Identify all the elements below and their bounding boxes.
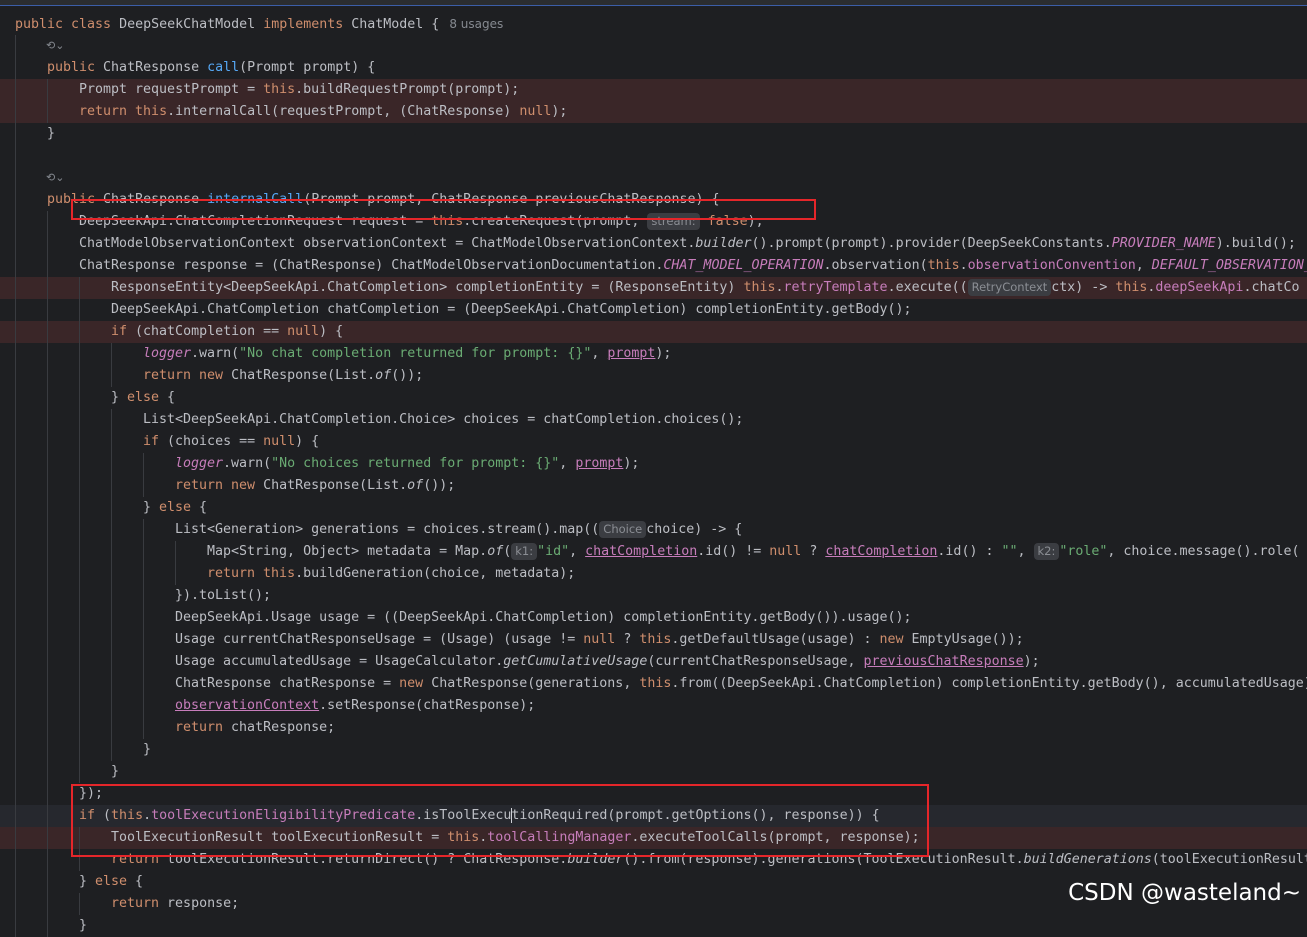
code-line: } [0, 915, 1307, 937]
code-lens-line: ⟲⌄ [0, 35, 1307, 57]
code-line: return toolExecutionResult.returnDirect(… [0, 849, 1307, 871]
code-line: if (chatCompletion == null) { [0, 321, 1307, 343]
code-line: } else { [0, 387, 1307, 409]
editor-tab-strip [0, 0, 1307, 6]
code-line: DeepSeekApi.Usage usage = ((DeepSeekApi.… [0, 607, 1307, 629]
code-line: Map<String, Object> metadata = Map.of(k1… [0, 541, 1307, 563]
code-line: return chatResponse; [0, 717, 1307, 739]
code-line: public ChatResponse internalCall(Prompt … [0, 189, 1307, 211]
code-line: if (choices == null) { [0, 431, 1307, 453]
code-line: DeepSeekApi.ChatCompletionRequest reques… [0, 211, 1307, 233]
code-line: ChatResponse response = (ChatResponse) C… [0, 255, 1307, 277]
type-hint-choice: Choice [599, 521, 647, 538]
code-line: }).toList(); [0, 585, 1307, 607]
code-line: Usage accumulatedUsage = UsageCalculator… [0, 651, 1307, 673]
watermark: CSDN @wasteland~ [1068, 880, 1301, 906]
code-line: observationContext.setResponse(chatRespo… [0, 695, 1307, 717]
code-lens-icon[interactable]: ⟲⌄ [46, 167, 64, 189]
code-line: public ChatResponse call(Prompt prompt) … [0, 57, 1307, 79]
code-line: logger.warn("No choices returned for pro… [0, 453, 1307, 475]
code-editor[interactable]: public class DeepSeekChatModel implement… [0, 13, 1307, 937]
code-line: return new ChatResponse(List.of()); [0, 365, 1307, 387]
code-line: List<DeepSeekApi.ChatCompletion.Choice> … [0, 409, 1307, 431]
code-line: ChatResponse chatResponse = new ChatResp… [0, 673, 1307, 695]
type-hint-retry-context: RetryContext [967, 279, 1052, 296]
code-line: }); [0, 783, 1307, 805]
param-hint-k2: k2: [1033, 543, 1060, 560]
code-line: logger.warn("No chat completion returned… [0, 343, 1307, 365]
code-line: Usage currentChatResponseUsage = (Usage)… [0, 629, 1307, 651]
code-line: return new ChatResponse(List.of()); [0, 475, 1307, 497]
code-lens-icon[interactable]: ⟲⌄ [46, 35, 64, 57]
code-line: Prompt requestPrompt = this.buildRequest… [0, 79, 1307, 101]
code-line: public class DeepSeekChatModel implement… [15, 17, 504, 32]
code-line: } else { [0, 497, 1307, 519]
usages-count[interactable]: 8 usages [449, 17, 503, 31]
code-line: List<Generation> generations = choices.s… [0, 519, 1307, 541]
code-line: return this.buildGeneration(choice, meta… [0, 563, 1307, 585]
param-hint-stream: stream: [647, 213, 700, 230]
code-line: DeepSeekApi.ChatCompletion chatCompletio… [0, 299, 1307, 321]
code-lens-line: ⟲⌄ [0, 167, 1307, 189]
code-line-current: if (this.toolExecutionEligibilityPredica… [0, 805, 1307, 827]
code-line: } [0, 739, 1307, 761]
param-hint-k1: k1: [511, 543, 538, 560]
code-line: return this.internalCall(requestPrompt, … [0, 101, 1307, 123]
code-line: ToolExecutionResult toolExecutionResult … [0, 827, 1307, 849]
code-line: ResponseEntity<DeepSeekApi.ChatCompletio… [0, 277, 1307, 299]
code-line: ChatModelObservationContext observationC… [0, 233, 1307, 255]
code-line: } [0, 123, 1307, 145]
code-line: } [0, 761, 1307, 783]
code-line [0, 145, 1307, 167]
